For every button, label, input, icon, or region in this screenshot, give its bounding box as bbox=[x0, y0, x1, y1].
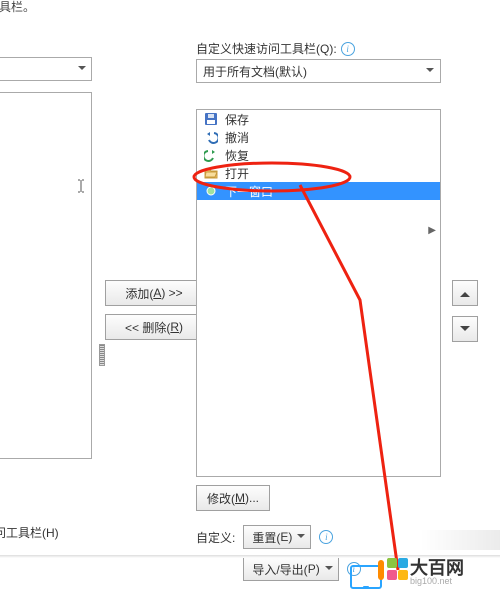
qat-current-list[interactable]: ▶ 保存 撤消 恢复 打开 bbox=[196, 109, 441, 477]
expand-arrow-icon[interactable]: ▶ bbox=[428, 225, 436, 236]
reset-dropdown[interactable]: 重置(E) bbox=[243, 525, 311, 549]
import-export-dropdown[interactable]: 导入/导出(P) bbox=[243, 557, 338, 581]
undo-icon bbox=[203, 130, 219, 144]
ibeam-cursor-icon bbox=[73, 178, 89, 194]
list-item-label: 打开 bbox=[225, 165, 249, 182]
list-item-label: 撤消 bbox=[225, 129, 249, 146]
list-item-label: 保存 bbox=[225, 111, 249, 128]
info-icon[interactable]: i bbox=[341, 42, 355, 56]
list-item-label: 恢复 bbox=[225, 147, 249, 164]
resize-handle[interactable] bbox=[99, 344, 105, 366]
list-item[interactable]: 打开 bbox=[197, 164, 440, 182]
chevron-up-icon bbox=[460, 287, 470, 297]
watermark-logo-icon bbox=[378, 558, 406, 586]
redo-icon bbox=[203, 148, 219, 162]
list-item-label: 下一窗口 bbox=[225, 183, 273, 200]
list-item[interactable]: 撤消 bbox=[197, 128, 440, 146]
qat-scope-label: 自定义快速访问工具栏(Q): bbox=[196, 40, 337, 57]
modify-button[interactable]: 修改(M)... bbox=[196, 485, 270, 511]
chevron-down-icon bbox=[460, 326, 470, 336]
remove-button[interactable]: << 删除(R) bbox=[105, 314, 203, 340]
shadow bbox=[420, 530, 500, 550]
move-down-button[interactable] bbox=[452, 316, 478, 342]
left-category-combo[interactable] bbox=[0, 57, 92, 81]
watermark: 大百网 big100.net bbox=[378, 558, 464, 586]
left-commands-list[interactable] bbox=[0, 92, 92, 459]
window-icon bbox=[203, 186, 219, 196]
custom-label: 自定义: bbox=[196, 529, 235, 546]
list-item[interactable]: 保存 bbox=[197, 110, 440, 128]
save-icon bbox=[203, 112, 219, 126]
watermark-url: big100.net bbox=[410, 577, 464, 586]
list-item[interactable]: 下一窗口 bbox=[197, 182, 440, 200]
list-item[interactable]: 恢复 bbox=[197, 146, 440, 164]
watermark-text: 大百网 bbox=[410, 559, 464, 577]
info-icon[interactable]: i bbox=[319, 530, 333, 544]
access-toolbar-link[interactable]: 问工具栏(H) bbox=[0, 524, 59, 541]
cropped-text: 具栏。 bbox=[0, 0, 35, 15]
add-button[interactable]: 添加(A) >> bbox=[105, 280, 203, 306]
qat-scope-combo[interactable]: 用于所有文档(默认) bbox=[196, 59, 441, 83]
move-up-button[interactable] bbox=[452, 280, 478, 306]
open-icon bbox=[203, 166, 219, 180]
qat-scope-value: 用于所有文档(默认) bbox=[203, 63, 307, 80]
